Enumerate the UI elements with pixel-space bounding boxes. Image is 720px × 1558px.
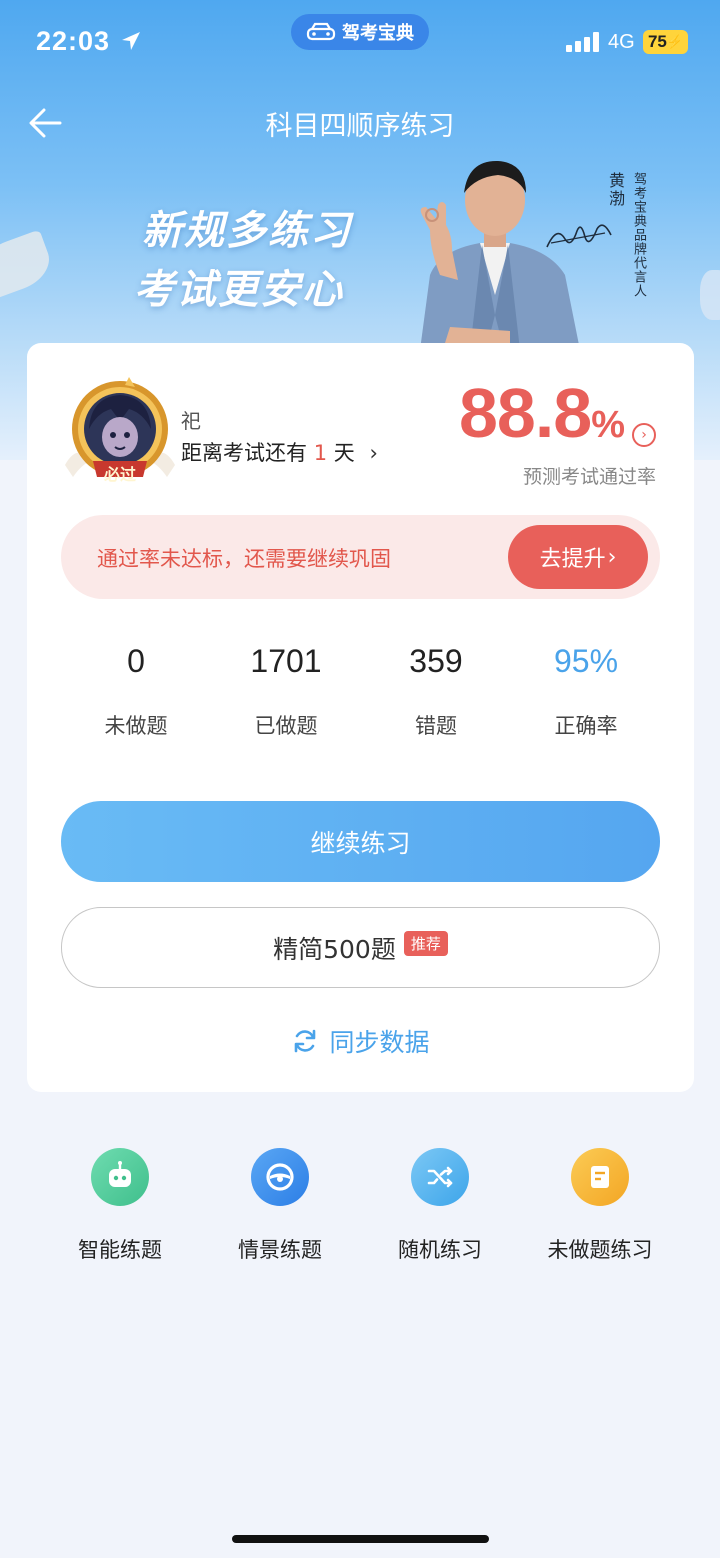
sync-label: 同步数据: [329, 1028, 430, 1057]
quick-undone-practice[interactable]: 未做题练习: [520, 1148, 680, 1264]
shuffle-icon: [411, 1148, 469, 1206]
chevron-right-icon: ›: [369, 441, 378, 465]
page-title: 科目四顺序练习: [265, 111, 455, 142]
stat-wrong[interactable]: 359 错题: [361, 643, 511, 740]
signal-icon: [566, 32, 599, 52]
location-arrow-icon: [122, 32, 140, 50]
recommend-badge: 推荐: [403, 931, 448, 956]
quick-label: 未做题练习: [547, 1238, 653, 1262]
spokesperson-title: 驾考宝典品牌代言人: [631, 172, 646, 298]
robot-icon: [91, 1148, 149, 1206]
slogan-line-1: 新规多练习: [142, 208, 352, 254]
continue-practice-button[interactable]: 继续练习: [61, 801, 660, 882]
quick-scenario-practice[interactable]: 情景练题: [200, 1148, 360, 1264]
simplified-500-button[interactable]: 精简500题 推荐: [61, 907, 660, 988]
stats-row: 0 未做题 1701 已做题 359 错题 95% 正确率: [61, 643, 660, 753]
charging-icon: ⚡: [666, 34, 684, 49]
sync-icon: [295, 1029, 316, 1053]
quick-label: 随机练习: [398, 1238, 482, 1262]
stat-undone[interactable]: 0 未做题: [61, 643, 211, 740]
status-bar: 22:03 驾考宝典 4G 75 ⚡: [0, 0, 720, 86]
stat-value: 0: [127, 643, 145, 679]
battery-level: 75: [647, 32, 667, 51]
pass-rate[interactable]: 88.8%: [458, 373, 625, 453]
quick-label: 情景练题: [238, 1238, 322, 1262]
exam-countdown-suffix: 天: [333, 441, 355, 465]
chevron-right-circle-icon[interactable]: ›: [632, 423, 656, 447]
stat-value: 1701: [250, 643, 322, 679]
signature-image: [546, 224, 612, 248]
pass-badge-text: 必过: [103, 465, 136, 484]
stat-done[interactable]: 1701 已做题: [211, 643, 361, 740]
home-indicator[interactable]: [232, 1535, 489, 1543]
stat-value: 359: [409, 643, 463, 679]
stat-value: 95%: [553, 643, 619, 679]
slogan-line-2: 考试更安心: [134, 267, 344, 313]
user-name: 祀: [181, 409, 201, 433]
app-name-pill[interactable]: 驾考宝典: [291, 14, 429, 50]
exam-countdown[interactable]: 距离考试还有 1 天 ›: [181, 437, 378, 467]
alert-text: 通过率未达标，还需要继续巩固: [97, 547, 391, 571]
pass-rate-alert: 通过率未达标，还需要继续巩固 去提升 ›: [61, 515, 660, 599]
pass-rate-value: 88.8: [458, 374, 592, 452]
improve-button-label: 去提升: [539, 547, 606, 572]
spokesperson-name: 黄渤: [606, 172, 625, 208]
quick-smart-practice[interactable]: 智能练题: [40, 1148, 200, 1264]
sync-data-link[interactable]: 同步数据: [27, 1023, 694, 1059]
pass-rate-unit: %: [591, 404, 625, 446]
quick-random-practice[interactable]: 随机练习: [360, 1148, 520, 1264]
steering-wheel-icon: [251, 1148, 309, 1206]
exam-days: 1: [313, 441, 328, 465]
stat-label: 未做题: [104, 714, 168, 738]
battery-indicator: 75 ⚡: [643, 30, 688, 54]
document-icon: [571, 1148, 629, 1206]
status-time: 22:03: [36, 26, 111, 56]
chevron-right-icon: ›: [607, 544, 617, 570]
stat-label: 已做题: [254, 714, 318, 738]
app-name: 驾考宝典: [342, 23, 414, 44]
stat-accuracy: 95% 正确率: [511, 643, 661, 740]
decoration-shape: [700, 270, 720, 320]
pass-rate-caption: 预测考试通过率: [522, 466, 656, 488]
quick-label: 智能练题: [78, 1238, 162, 1262]
improve-button[interactable]: 去提升 ›: [508, 525, 648, 589]
decoration-shape: [0, 229, 57, 301]
svg-text:必过: 必过: [103, 465, 136, 484]
practice-summary-card: 必过 祀 距离考试还有 1 天 › 88.8% › 预测考试通过率 通过率未达标…: [27, 343, 694, 1092]
network-type: 4G: [608, 31, 635, 53]
simplified-500-label: 精简500题: [273, 934, 396, 964]
stat-label: 正确率: [554, 714, 618, 738]
stat-label: 错题: [415, 714, 457, 738]
car-icon: [306, 22, 336, 41]
quick-actions: 智能练题 情景练题 随机练习 未做题练习: [0, 1148, 720, 1278]
exam-countdown-prefix: 距离考试还有: [181, 441, 307, 465]
